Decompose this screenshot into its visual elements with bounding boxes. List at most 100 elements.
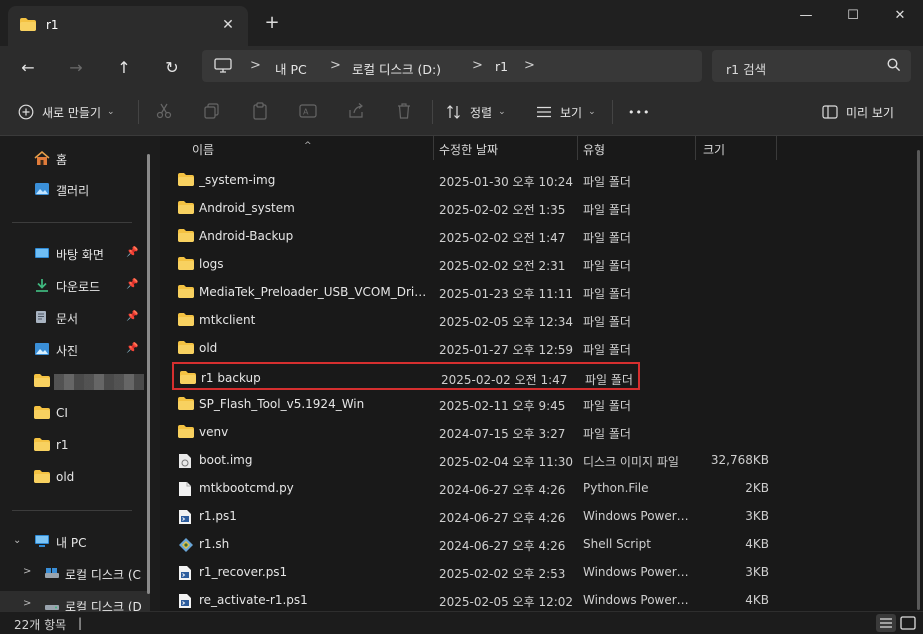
divider bbox=[12, 222, 132, 223]
sidebar-item-gallery[interactable]: 갤러리 bbox=[0, 175, 150, 203]
column-divider[interactable] bbox=[695, 136, 696, 160]
table-row[interactable]: Android-Backup 2025-02-02 오전 1:47 파일 폴더 bbox=[172, 222, 642, 250]
table-row[interactable]: r1.sh 2024-06-27 오후 4:26 Shell Script 4KB bbox=[172, 530, 769, 558]
paste-icon[interactable] bbox=[251, 102, 271, 122]
file-size: 4KB bbox=[745, 593, 769, 607]
table-row[interactable]: MediaTek_Preloader_USB_VCOM_Drivers... 20… bbox=[172, 278, 642, 306]
table-row[interactable]: SP_Flash_Tool_v5.1924_Win 2025-02-11 오후 9… bbox=[172, 390, 642, 418]
maximize-button[interactable]: ☐ bbox=[830, 0, 876, 32]
chevron-right-icon[interactable]: > bbox=[524, 58, 535, 73]
share-icon[interactable] bbox=[347, 102, 367, 122]
column-header-size[interactable]: 크기 bbox=[703, 141, 725, 158]
sidebar-item-redacted-folder[interactable] bbox=[0, 367, 150, 395]
column-header-type[interactable]: 유형 bbox=[583, 141, 605, 158]
list-view-icon bbox=[536, 104, 552, 120]
sidebar-item-ci[interactable]: CI bbox=[0, 399, 150, 427]
preview-pane-button[interactable]: 미리 보기 bbox=[822, 100, 894, 124]
tab-r1[interactable]: r1 ✕ bbox=[8, 6, 248, 46]
back-button[interactable]: ← bbox=[14, 54, 42, 82]
chevron-right-icon[interactable]: > bbox=[472, 58, 483, 73]
folder-icon bbox=[34, 374, 50, 388]
table-row[interactable]: r1.ps1 2024-06-27 오후 4:26 Windows PowerS..… bbox=[172, 502, 769, 530]
gallery-icon bbox=[34, 182, 50, 196]
table-row[interactable]: re_activate-r1.ps1 2025-02-05 오후 12:02 Win… bbox=[172, 586, 769, 611]
chevron-down-icon: ⌄ bbox=[588, 107, 596, 117]
table-row[interactable]: _system-img 2025-01-30 오후 10:24 파일 폴더 bbox=[172, 166, 642, 194]
view-button[interactable]: 보기 ⌄ bbox=[536, 100, 596, 124]
table-row[interactable]: mtkclient 2025-02-05 오후 12:34 파일 폴더 bbox=[172, 306, 642, 334]
table-row[interactable]: mtkbootcmd.py 2024-06-27 오후 4:26 Python.Fi… bbox=[172, 474, 769, 502]
sidebar-item-label: 내 PC bbox=[56, 536, 87, 550]
sidebar-item-label: 홈 bbox=[56, 153, 68, 167]
column-divider[interactable] bbox=[577, 136, 578, 160]
file-date: 2025-02-02 오전 1:47 bbox=[441, 373, 568, 387]
delete-icon[interactable] bbox=[395, 102, 415, 122]
sidebar-item-r1[interactable]: r1 bbox=[0, 431, 150, 459]
file-type: 파일 폴더 bbox=[583, 287, 631, 301]
more-options-button[interactable]: ••• bbox=[628, 100, 650, 124]
minimize-button[interactable]: — bbox=[783, 0, 829, 32]
refresh-button[interactable]: ↻ bbox=[158, 54, 186, 82]
pin-icon[interactable]: 📌 bbox=[126, 311, 138, 322]
new-tab-button[interactable]: + bbox=[262, 13, 282, 33]
cut-icon[interactable] bbox=[155, 102, 175, 122]
column-header-date[interactable]: 수정한 날짜 bbox=[439, 141, 498, 158]
table-row-highlighted[interactable]: r1 backup 2025-02-02 오전 1:47 파일 폴더 bbox=[172, 362, 640, 390]
sort-button[interactable]: 정렬 ⌄ bbox=[446, 100, 506, 124]
search-input[interactable]: r1 검색 bbox=[712, 50, 911, 82]
column-divider[interactable] bbox=[776, 136, 777, 160]
file-date: 2024-06-27 오후 4:26 bbox=[439, 483, 566, 497]
table-row[interactable]: r1_recover.ps1 2025-02-02 오후 2:53 Windows … bbox=[172, 558, 769, 586]
forward-button[interactable]: → bbox=[62, 54, 90, 82]
sidebar-scrollbar[interactable] bbox=[147, 154, 150, 594]
breadcrumb-my-pc[interactable]: 내 PC bbox=[275, 59, 307, 78]
table-row[interactable]: logs 2025-02-02 오전 2:31 파일 폴더 bbox=[172, 250, 642, 278]
column-header-name[interactable]: 이름 bbox=[192, 141, 214, 158]
chevron-right-icon[interactable]: > bbox=[330, 58, 341, 73]
new-button[interactable]: 새로 만들기 ⌄ bbox=[18, 100, 115, 124]
copy-icon[interactable] bbox=[203, 102, 223, 122]
chevron-down-icon[interactable]: ⌄ bbox=[13, 535, 21, 546]
sidebar-item-label: old bbox=[56, 470, 75, 484]
details-view-button[interactable] bbox=[876, 614, 896, 632]
folder-icon bbox=[34, 438, 50, 452]
redacted-label bbox=[54, 374, 144, 390]
table-row[interactable]: old 2025-01-27 오후 12:59 파일 폴더 bbox=[172, 334, 642, 362]
pc-icon bbox=[34, 534, 50, 548]
chevron-right-icon[interactable]: > bbox=[23, 598, 31, 609]
sidebar-item-my-pc[interactable]: ⌄ 내 PC bbox=[0, 527, 150, 555]
file-date: 2025-02-04 오후 11:30 bbox=[439, 455, 574, 469]
column-divider[interactable] bbox=[433, 136, 434, 160]
navigation-bar: ← → ↑ ↻ > 내 PC > 로컬 디스크 (D:) > r1 > r1 검… bbox=[0, 46, 923, 88]
file-name: boot.img bbox=[199, 453, 253, 467]
powershell-icon bbox=[178, 509, 192, 525]
sidebar-item-drive-c[interactable]: > 로컬 디스크 (C bbox=[0, 559, 150, 587]
file-list-scrollbar[interactable] bbox=[917, 150, 920, 610]
table-row[interactable]: boot.img 2025-02-04 오후 11:30 디스크 이미지 파일 32,… bbox=[172, 446, 769, 474]
tab-close-icon[interactable]: ✕ bbox=[218, 15, 238, 35]
address-bar[interactable]: > 내 PC > 로컬 디스크 (D:) > r1 > bbox=[202, 50, 702, 82]
table-row[interactable]: Android_system 2025-02-02 오전 1:35 파일 폴더 bbox=[172, 194, 642, 222]
large-icons-view-button[interactable] bbox=[898, 614, 918, 632]
sidebar-item-desktop[interactable]: 바탕 화면 📌 bbox=[0, 239, 150, 267]
close-button[interactable]: ✕ bbox=[877, 0, 923, 32]
column-header-row: 이름 ^ 수정한 날짜 유형 크기 bbox=[160, 136, 923, 160]
file-type: Shell Script bbox=[583, 537, 651, 551]
sidebar-item-old[interactable]: old bbox=[0, 463, 150, 491]
new-button-label: 새로 만들기 bbox=[42, 105, 102, 120]
breadcrumb-drive-d[interactable]: 로컬 디스크 (D:) bbox=[352, 59, 441, 78]
sidebar-item-home[interactable]: 홈 bbox=[0, 144, 150, 172]
sidebar-item-downloads[interactable]: 다운로드 📌 bbox=[0, 271, 150, 299]
pin-icon[interactable]: 📌 bbox=[126, 343, 138, 354]
sidebar-item-drive-d[interactable]: > 로컬 디스크 (D bbox=[0, 591, 150, 611]
chevron-right-icon[interactable]: > bbox=[23, 566, 31, 577]
sidebar-item-documents[interactable]: 문서 📌 bbox=[0, 303, 150, 331]
up-button[interactable]: ↑ bbox=[110, 54, 138, 82]
pin-icon[interactable]: 📌 bbox=[126, 247, 138, 258]
rename-icon[interactable]: A bbox=[299, 102, 319, 122]
breadcrumb-r1[interactable]: r1 bbox=[495, 59, 508, 74]
file-type: Windows PowerS... bbox=[583, 565, 691, 579]
pin-icon[interactable]: 📌 bbox=[126, 279, 138, 290]
sidebar-item-pictures[interactable]: 사진 📌 bbox=[0, 335, 150, 363]
table-row[interactable]: venv 2024-07-15 오후 3:27 파일 폴더 bbox=[172, 418, 642, 446]
